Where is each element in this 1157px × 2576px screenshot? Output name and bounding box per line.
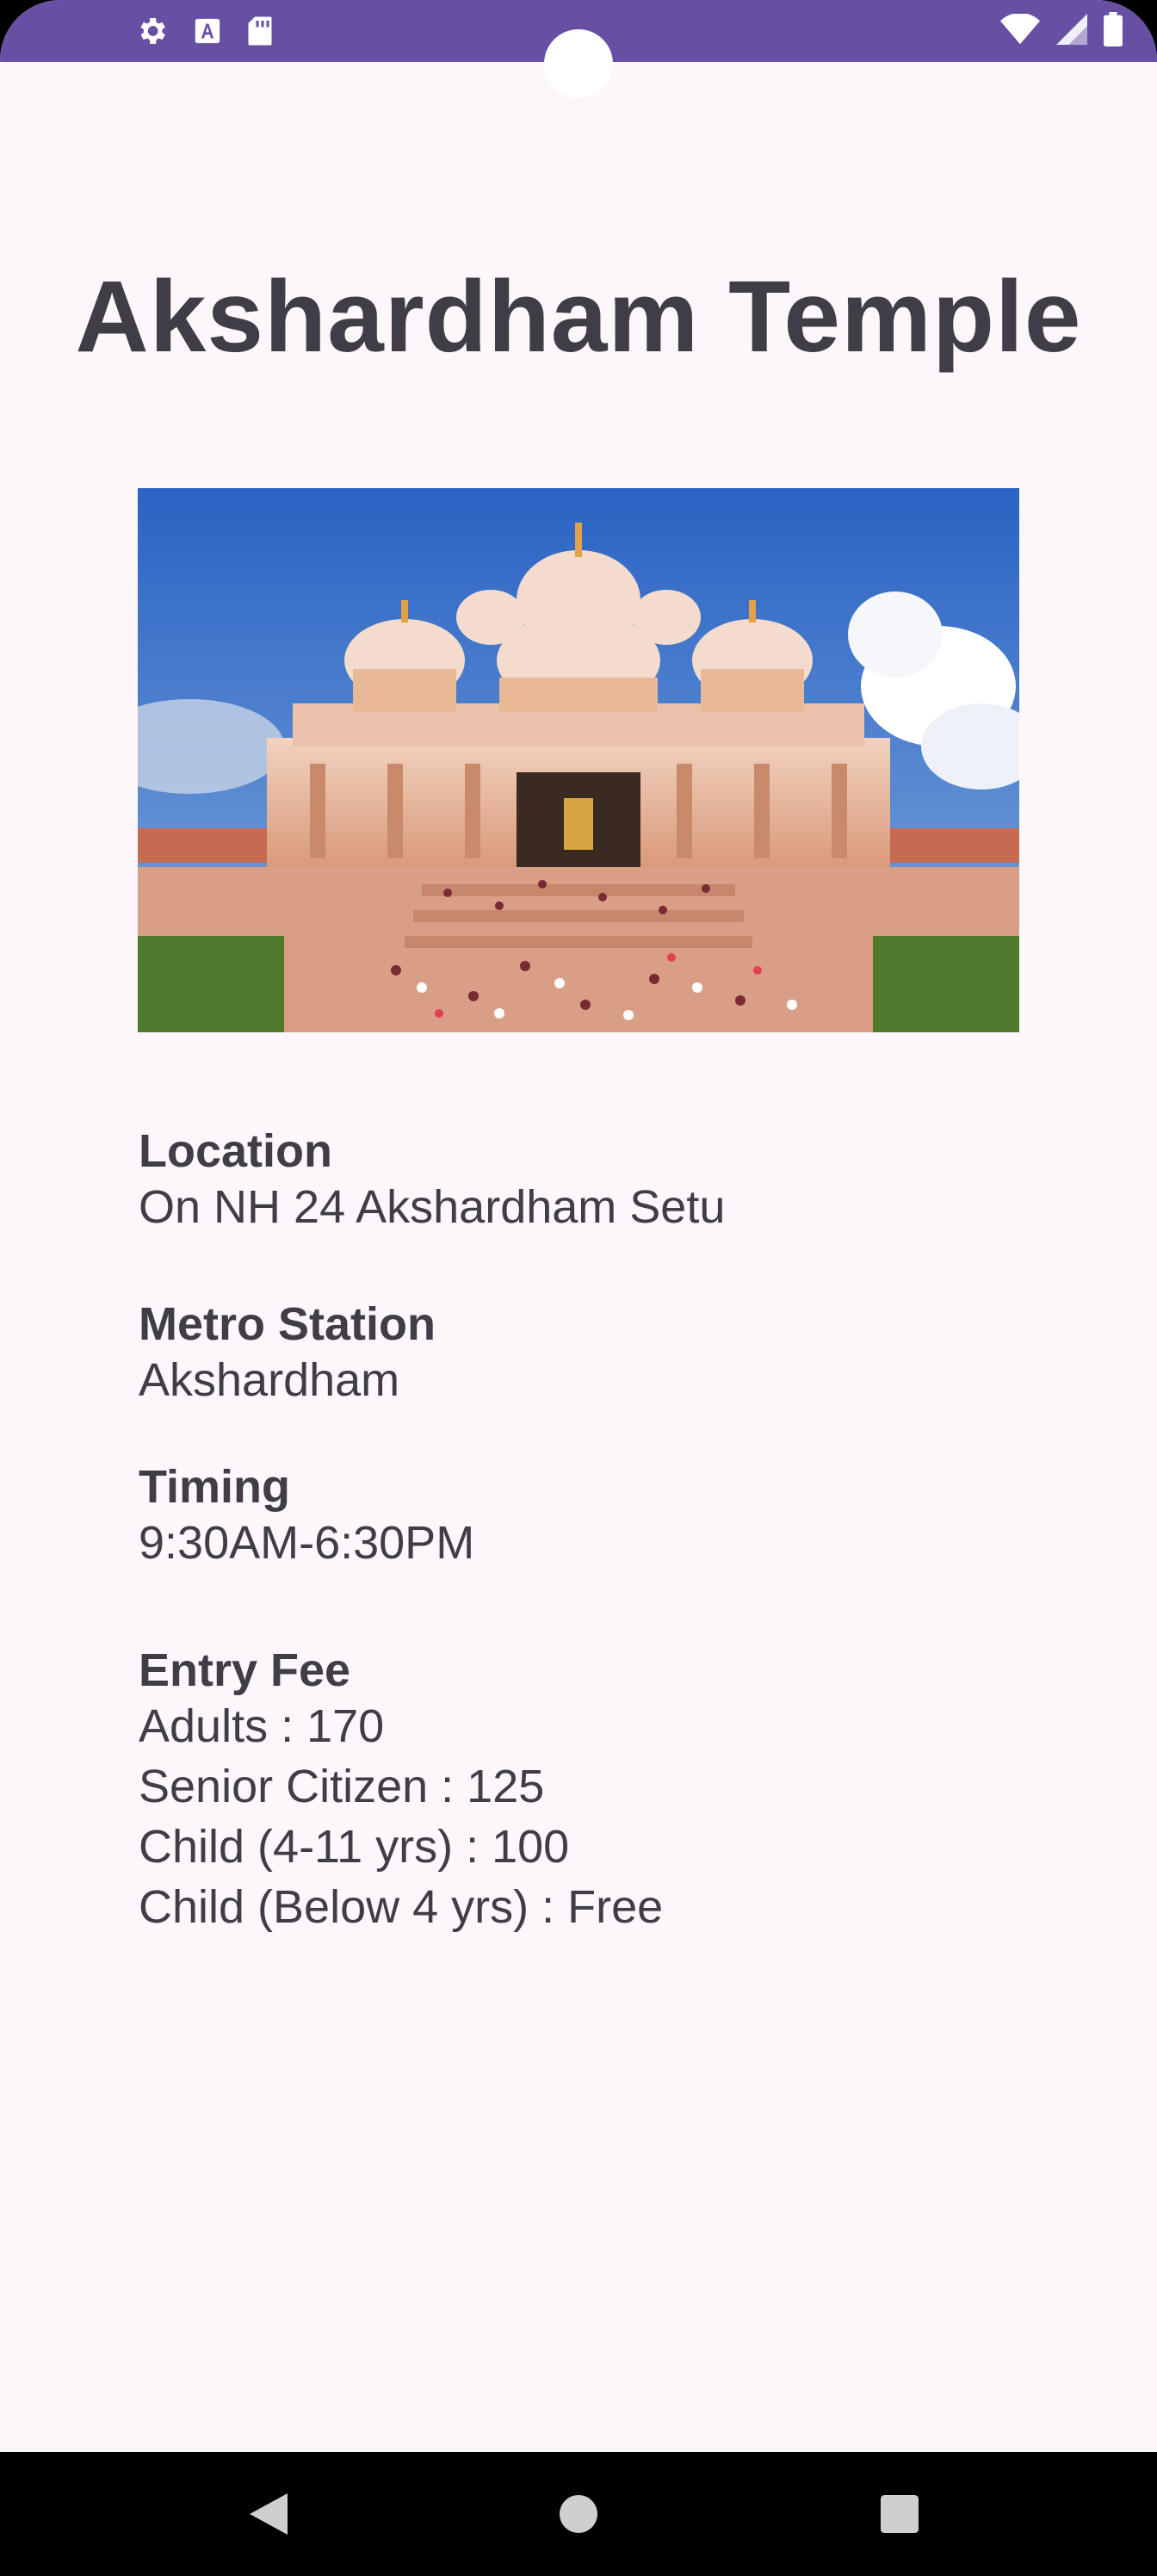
navigation-bar bbox=[0, 2452, 1157, 2576]
status-left-icons bbox=[134, 14, 274, 48]
entry-fee-infant: Child (Below 4 yrs) : Free bbox=[139, 1881, 664, 1933]
app-screen: Akshardham Temple Location On NH 24 Aksh… bbox=[0, 0, 1157, 2576]
sd-card-icon bbox=[248, 16, 272, 46]
location-section: Location On NH 24 Akshardham Setu bbox=[139, 1125, 725, 1237]
metro-section: Metro Station Akshardham bbox=[139, 1298, 436, 1410]
entry-fee-senior: Senior Citizen : 125 bbox=[139, 1761, 545, 1812]
entry-fee-section: Entry Fee Adults : 170 Senior Citizen : … bbox=[139, 1644, 663, 1937]
wifi-icon bbox=[1000, 14, 1040, 45]
entry-fee-label: Entry Fee bbox=[139, 1644, 351, 1696]
timing-section: Timing 9:30AM-6:30PM bbox=[139, 1461, 474, 1573]
temple-image bbox=[138, 488, 1019, 1032]
entry-fee-child: Child (4-11 yrs) : 100 bbox=[139, 1821, 570, 1873]
recents-icon bbox=[881, 2495, 919, 2533]
page-title: Akshardham Temple bbox=[75, 260, 1082, 374]
gear-icon bbox=[140, 18, 165, 44]
font-a-icon bbox=[195, 18, 220, 44]
home-icon bbox=[560, 2495, 597, 2533]
home-button[interactable] bbox=[527, 2452, 630, 2576]
camera-cutout bbox=[544, 29, 613, 98]
timing-value: 9:30AM-6:30PM bbox=[139, 1517, 475, 1569]
status-right-icons bbox=[1000, 12, 1123, 46]
location-label: Location bbox=[139, 1125, 332, 1177]
recents-button[interactable] bbox=[848, 2452, 951, 2576]
battery-icon bbox=[1104, 12, 1123, 46]
timing-label: Timing bbox=[139, 1461, 291, 1513]
back-button[interactable] bbox=[217, 2452, 320, 2576]
back-icon bbox=[250, 2493, 288, 2535]
metro-value: Akshardham bbox=[139, 1354, 400, 1406]
signal-icon bbox=[1056, 14, 1087, 45]
location-value: On NH 24 Akshardham Setu bbox=[139, 1181, 726, 1233]
entry-fee-adults: Adults : 170 bbox=[139, 1700, 385, 1752]
metro-label: Metro Station bbox=[139, 1298, 436, 1350]
